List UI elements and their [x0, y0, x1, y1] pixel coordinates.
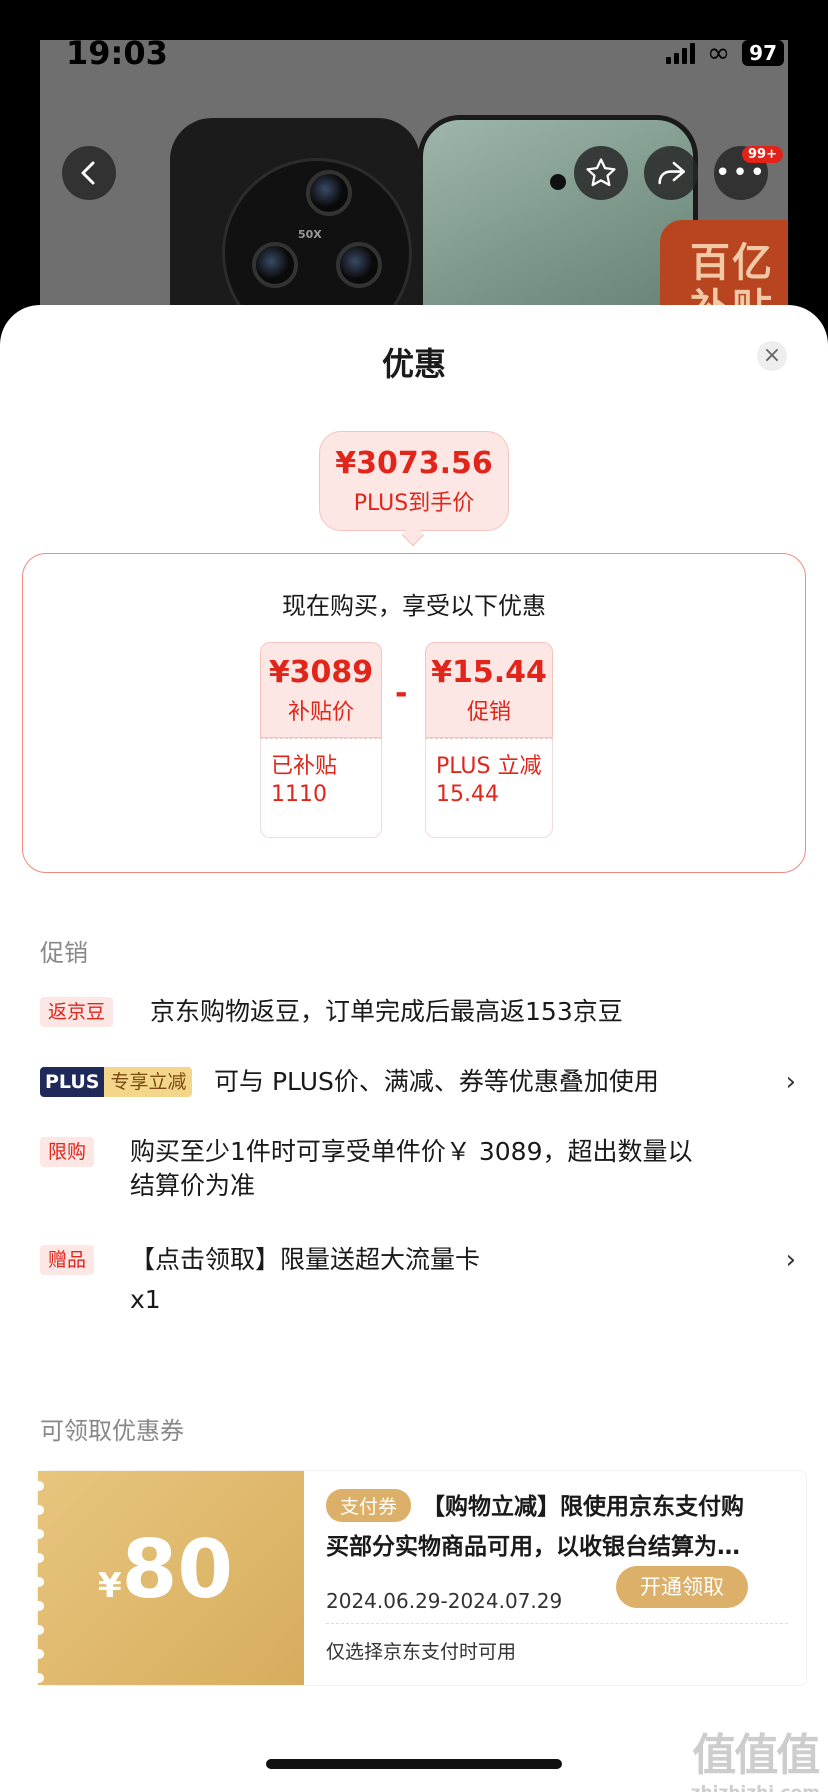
close-button[interactable]: ×	[757, 341, 787, 371]
final-price-bubble: ¥3073.56 PLUS到手价	[319, 431, 509, 531]
status-icons: ∞ 97	[665, 36, 784, 69]
minus-operator: -	[395, 676, 408, 711]
more-icon: •••	[714, 158, 767, 188]
notification-badge: 99+	[742, 146, 783, 163]
final-price: ¥3073.56	[335, 446, 493, 481]
promo-tag: 返京豆	[40, 997, 114, 1027]
promo-text: 【点击领取】限量送超大流量卡	[130, 1245, 481, 1274]
plus-tag: PLUS 专享立减	[40, 1067, 193, 1097]
plus-tag-sub: 专享立减	[104, 1067, 193, 1097]
promo-row-jingdou: 返京豆 京东购物返豆，订单完成后最高返153京豆	[40, 995, 800, 1035]
subsidy-detail-label: 已补贴	[271, 754, 338, 779]
plus-tag-label: PLUS	[40, 1067, 105, 1097]
discount-sheet: 优惠 × ¥3073.56 PLUS到手价 现在购买，享受以下优惠 ¥3089 …	[0, 305, 828, 1792]
chevron-right-icon: ›	[785, 1067, 796, 1097]
coupon-value: 80	[121, 1523, 233, 1616]
promotion-detail-value: 15.44	[436, 782, 499, 807]
camera-lens	[252, 242, 298, 288]
subsidy-detail: 已补贴 1110	[260, 738, 382, 838]
breakdown-heading: 现在购买，享受以下优惠	[282, 592, 546, 620]
share-icon	[658, 161, 686, 185]
product-page-backdrop: 50X 百亿 补贴 19:03 ∞ 97 ••• 99+	[0, 0, 828, 340]
promo-row-gift[interactable]: 赠品 【点击领取】限量送超大流量卡 x1 ›	[40, 1243, 800, 1319]
divider	[326, 1623, 788, 1624]
watermark-logo: 值值值	[692, 1730, 820, 1781]
promo-text-cont: 结算价为准	[130, 1171, 256, 1200]
promo-text: 可与 PLUS价、满减、券等优惠叠加使用	[214, 1067, 659, 1096]
watermark-url: zhizhizhi.com	[691, 1783, 820, 1792]
camera-lens	[306, 170, 352, 216]
camera-lens	[336, 242, 382, 288]
subsidy-price-value: ¥3089	[268, 655, 374, 690]
promotion-detail-label: PLUS 立减	[436, 754, 542, 779]
zoom-label: 50X	[298, 228, 322, 241]
favorite-button[interactable]	[574, 146, 628, 200]
promo-text: 购买至少1件时可享受单件价￥ 3089，超出数量以	[130, 1137, 693, 1166]
promotion-label: 促销	[466, 700, 511, 725]
sheet-title: 优惠	[381, 345, 446, 383]
watermark: 值值值 zhizhizhi.com	[691, 1719, 821, 1792]
gift-quantity: x1	[130, 1285, 161, 1314]
status-time: 19:03	[66, 34, 168, 72]
promotion-detail: PLUS 立减 15.44	[425, 738, 553, 838]
promo-row-limit: 限购 购买至少1件时可享受单件价￥ 3089，超出数量以 结算价为准	[40, 1135, 800, 1211]
promotion-value: ¥15.44	[431, 655, 547, 690]
back-button[interactable]	[62, 146, 116, 200]
promo-row-plus[interactable]: PLUS 专享立减 可与 PLUS价、满减、券等优惠叠加使用 ›	[40, 1065, 800, 1105]
share-button[interactable]	[644, 146, 698, 200]
chevron-right-icon: ›	[785, 1245, 796, 1275]
coupon-amount: ¥80	[98, 1523, 233, 1616]
promo-text: 京东购物返豆，订单完成后最高返153京豆	[150, 997, 623, 1026]
promo-tag: 赠品	[40, 1245, 95, 1275]
promotions-title: 促销	[40, 939, 88, 967]
chevron-left-icon	[81, 161, 95, 185]
coupon-amount-panel: ¥80	[34, 1471, 304, 1685]
star-icon	[586, 158, 616, 187]
final-price-label: PLUS到手价	[353, 491, 475, 516]
subsidy-detail-value: 1110	[271, 782, 327, 807]
home-indicator[interactable]	[266, 1759, 562, 1769]
coupon-currency: ¥	[98, 1566, 122, 1606]
signal-icon	[665, 42, 695, 64]
subsidy-price-card: ¥3089 补贴价 已补贴 1110	[260, 642, 382, 838]
link-icon: ∞	[706, 36, 731, 69]
battery-indicator: 97	[742, 40, 784, 66]
coupon-validity: 2024.06.29-2024.07.29	[326, 1589, 563, 1613]
coupon-card: ¥80 【购物立减】限使用京东支付购买部分实物商品可用，以收银台结算为… 支付券…	[34, 1471, 806, 1685]
promo-tag: 限购	[40, 1137, 95, 1167]
promotion-card: ¥15.44 促销 PLUS 立减 15.44	[425, 642, 553, 838]
coupon-type-badge: 支付券	[326, 1489, 412, 1522]
coupons-title: 可领取优惠券	[40, 1417, 184, 1445]
price-breakdown: 现在购买，享受以下优惠 ¥3089 补贴价 已补贴 1110 - ¥15.44 …	[22, 553, 806, 873]
coupon-note: 仅选择京东支付时可用	[326, 1641, 517, 1663]
claim-coupon-button[interactable]: 开通领取	[616, 1566, 748, 1608]
front-camera	[550, 174, 566, 190]
subsidy-price-label: 补贴价	[287, 700, 354, 725]
close-icon: ×	[762, 343, 782, 368]
